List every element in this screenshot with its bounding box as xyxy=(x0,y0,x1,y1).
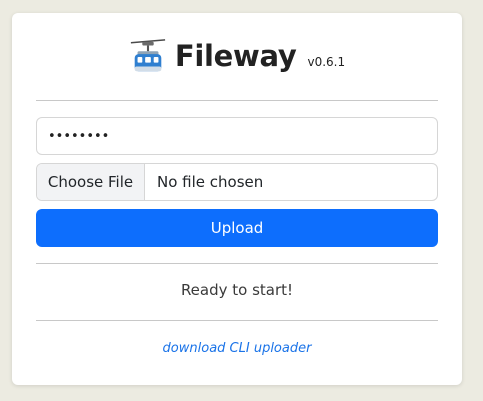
choose-file-button[interactable]: Choose File xyxy=(37,164,145,200)
header-divider xyxy=(36,100,438,101)
app-version: v0.6.1 xyxy=(307,55,346,69)
status-message: Ready to start! xyxy=(180,281,294,299)
app-header-inner: Fileway v0.6.1 xyxy=(129,37,345,75)
upload-card: Fileway v0.6.1 Choose File No file chose… xyxy=(12,13,462,385)
download-cli-link[interactable]: download CLI uploader xyxy=(12,341,462,356)
app-header: Fileway v0.6.1 xyxy=(12,37,462,79)
file-picker[interactable]: Choose File No file chosen xyxy=(36,163,438,201)
aerial-tramway-icon xyxy=(130,39,166,72)
app-title: Fileway xyxy=(174,39,297,73)
footer-divider xyxy=(36,320,438,321)
file-status-text: No file chosen xyxy=(157,173,264,191)
upload-button[interactable]: Upload xyxy=(36,209,438,247)
form-divider xyxy=(36,263,438,264)
password-input[interactable] xyxy=(36,117,438,155)
